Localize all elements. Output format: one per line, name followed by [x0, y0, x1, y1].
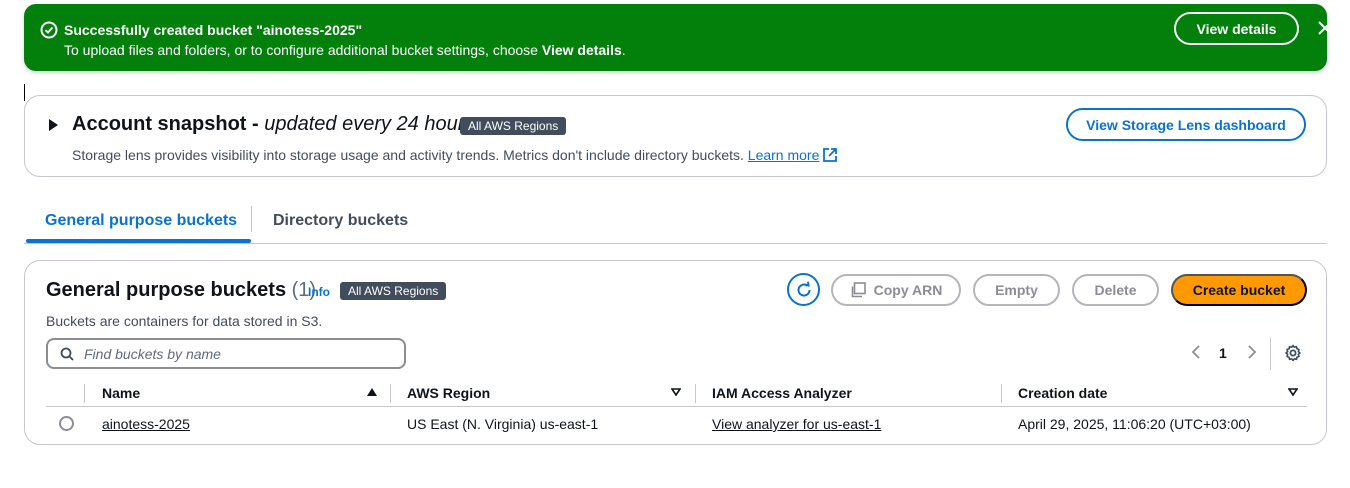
tab-divider	[251, 206, 252, 232]
table-row[interactable]: ainotess-2025 US East (N. Virginia) us-e…	[46, 408, 1307, 440]
view-analyzer-link[interactable]: View analyzer for us-east-1	[712, 416, 881, 432]
check-circle-icon	[40, 21, 58, 39]
expand-caret-icon[interactable]	[49, 119, 58, 131]
refresh-icon	[797, 281, 811, 297]
regions-badge: All AWS Regions	[340, 282, 447, 300]
flash-message: To upload files and folders, or to confi…	[64, 42, 626, 58]
sort-caret-down-icon[interactable]	[671, 387, 681, 397]
learn-more-link[interactable]: Learn more	[748, 147, 820, 163]
bucket-creation-date: April 29, 2025, 11:06:20 (UTC+03:00)	[1018, 416, 1251, 432]
column-header-region[interactable]: AWS Region	[407, 385, 490, 401]
delete-button[interactable]: Delete	[1072, 274, 1159, 306]
bucket-type-tabs: General purpose buckets Directory bucket…	[24, 202, 1327, 244]
active-tab-indicator	[26, 239, 251, 243]
copy-icon	[851, 282, 866, 298]
column-divider	[695, 384, 696, 403]
regions-badge: All AWS Regions	[460, 117, 567, 135]
sort-ascending-icon[interactable]	[367, 388, 377, 396]
column-divider	[1001, 384, 1002, 403]
empty-button[interactable]: Empty	[973, 274, 1060, 306]
column-header-iam-analyzer[interactable]: IAM Access Analyzer	[712, 385, 852, 401]
buckets-heading: General purpose buckets (1)	[46, 279, 317, 301]
view-details-button[interactable]: View details	[1174, 12, 1299, 45]
pagination-divider	[1270, 338, 1271, 370]
bucket-search-field[interactable]	[46, 338, 406, 369]
chevron-left-icon[interactable]	[1190, 344, 1202, 360]
gear-icon[interactable]	[1284, 344, 1302, 362]
column-divider	[84, 384, 85, 403]
search-icon	[60, 347, 74, 361]
account-snapshot-heading[interactable]: Account snapshot - updated every 24 hour…	[72, 113, 474, 136]
info-link[interactable]: Info	[308, 285, 330, 299]
snapshot-description: Storage lens provides visibility into st…	[72, 147, 838, 163]
bucket-name-link[interactable]: ainotess-2025	[102, 416, 190, 432]
account-snapshot-panel: Account snapshot - updated every 24 hour…	[24, 95, 1327, 177]
buckets-description: Buckets are containers for data stored i…	[46, 313, 323, 329]
column-header-creation-date[interactable]: Creation date	[1018, 385, 1107, 401]
sort-caret-down-icon[interactable]	[1288, 387, 1298, 397]
search-input[interactable]	[84, 344, 384, 364]
text-cursor	[24, 84, 25, 101]
copy-arn-button[interactable]: Copy ARN	[831, 274, 961, 306]
external-link-icon	[823, 148, 838, 162]
chevron-right-icon[interactable]	[1246, 344, 1258, 360]
table-header: Name AWS Region IAM Access Analyzer Crea…	[46, 379, 1307, 407]
column-header-name[interactable]: Name	[102, 385, 140, 401]
create-bucket-button[interactable]: Create bucket	[1171, 274, 1307, 306]
tab-general-purpose-buckets[interactable]: General purpose buckets	[45, 212, 237, 230]
view-storage-lens-button[interactable]: View Storage Lens dashboard	[1066, 108, 1306, 141]
tab-directory-buckets[interactable]: Directory buckets	[273, 212, 408, 230]
row-select-radio[interactable]	[59, 416, 74, 431]
refresh-button[interactable]	[787, 273, 820, 306]
success-flashbar: Successfully created bucket "ainotess-20…	[24, 4, 1332, 71]
column-divider	[390, 384, 391, 403]
flash-title: Successfully created bucket "ainotess-20…	[64, 22, 363, 38]
general-purpose-buckets-panel: General purpose buckets (1) Info All AWS…	[24, 260, 1327, 445]
current-page-number[interactable]: 1	[1219, 345, 1227, 361]
close-icon[interactable]	[1317, 20, 1333, 36]
bucket-region: US East (N. Virginia) us-east-1	[407, 416, 599, 432]
